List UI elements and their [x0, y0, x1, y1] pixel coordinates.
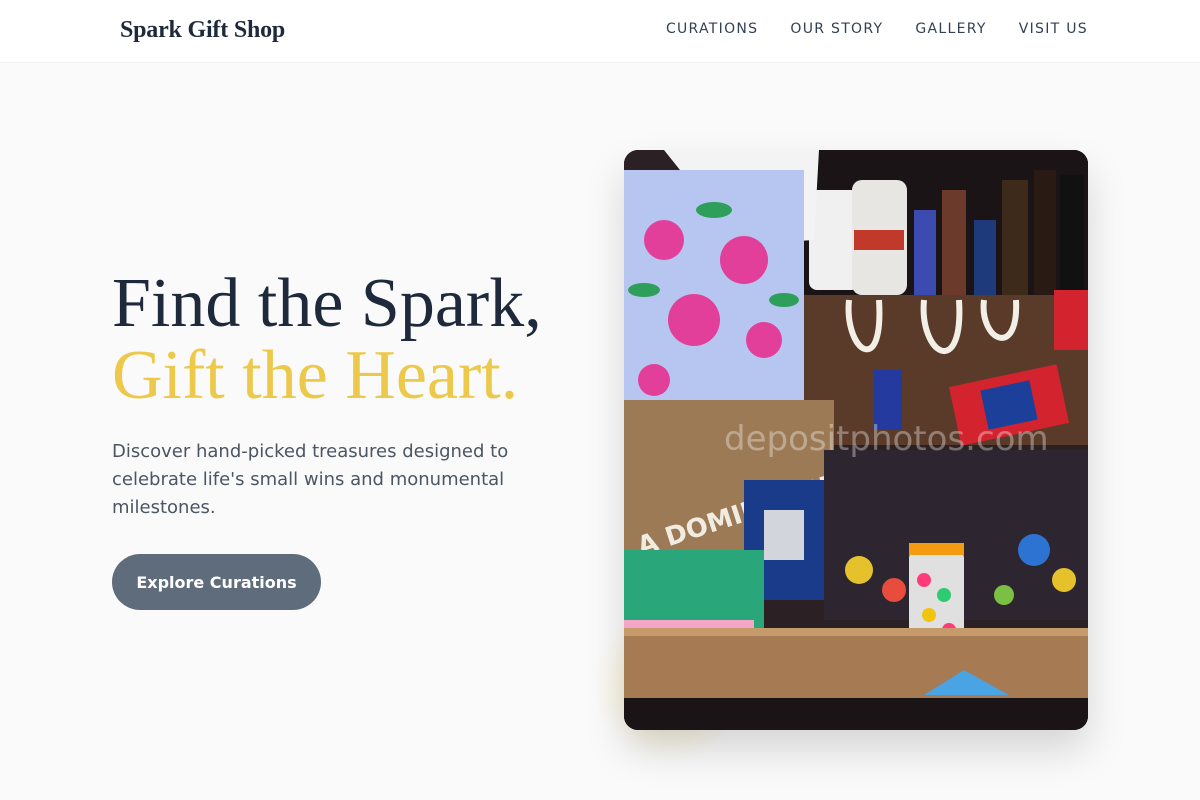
- image-watermark: depositphotos.com: [724, 419, 1049, 459]
- nav-link-visit-us[interactable]: VISIT US: [1019, 21, 1088, 37]
- nav-link-curations[interactable]: CURATIONS: [666, 21, 758, 37]
- hero-description: Discover hand-picked treasures designed …: [112, 441, 509, 518]
- hero-title-line2: Gift the Heart.: [112, 337, 519, 414]
- market-stall-illustration: A DOMINICANA depositphotos.com: [624, 150, 1088, 730]
- nav-link-our-story[interactable]: OUR STORY: [790, 21, 883, 37]
- site-header: Spark Gift Shop CURATIONS OUR STORY GALL…: [0, 0, 1200, 63]
- explore-curations-button[interactable]: Explore Curations: [112, 554, 321, 610]
- brand-logo[interactable]: Spark Gift Shop: [120, 17, 285, 44]
- nav-link-gallery[interactable]: GALLERY: [915, 21, 986, 37]
- hero-title: Find the Spark, Gift the Heart.: [112, 268, 542, 412]
- main-nav: CURATIONS OUR STORY GALLERY VISIT US: [666, 21, 1088, 37]
- hero-title-line1: Find the Spark,: [112, 265, 542, 342]
- hero-image: A DOMINICANA depositphotos.com: [624, 150, 1088, 730]
